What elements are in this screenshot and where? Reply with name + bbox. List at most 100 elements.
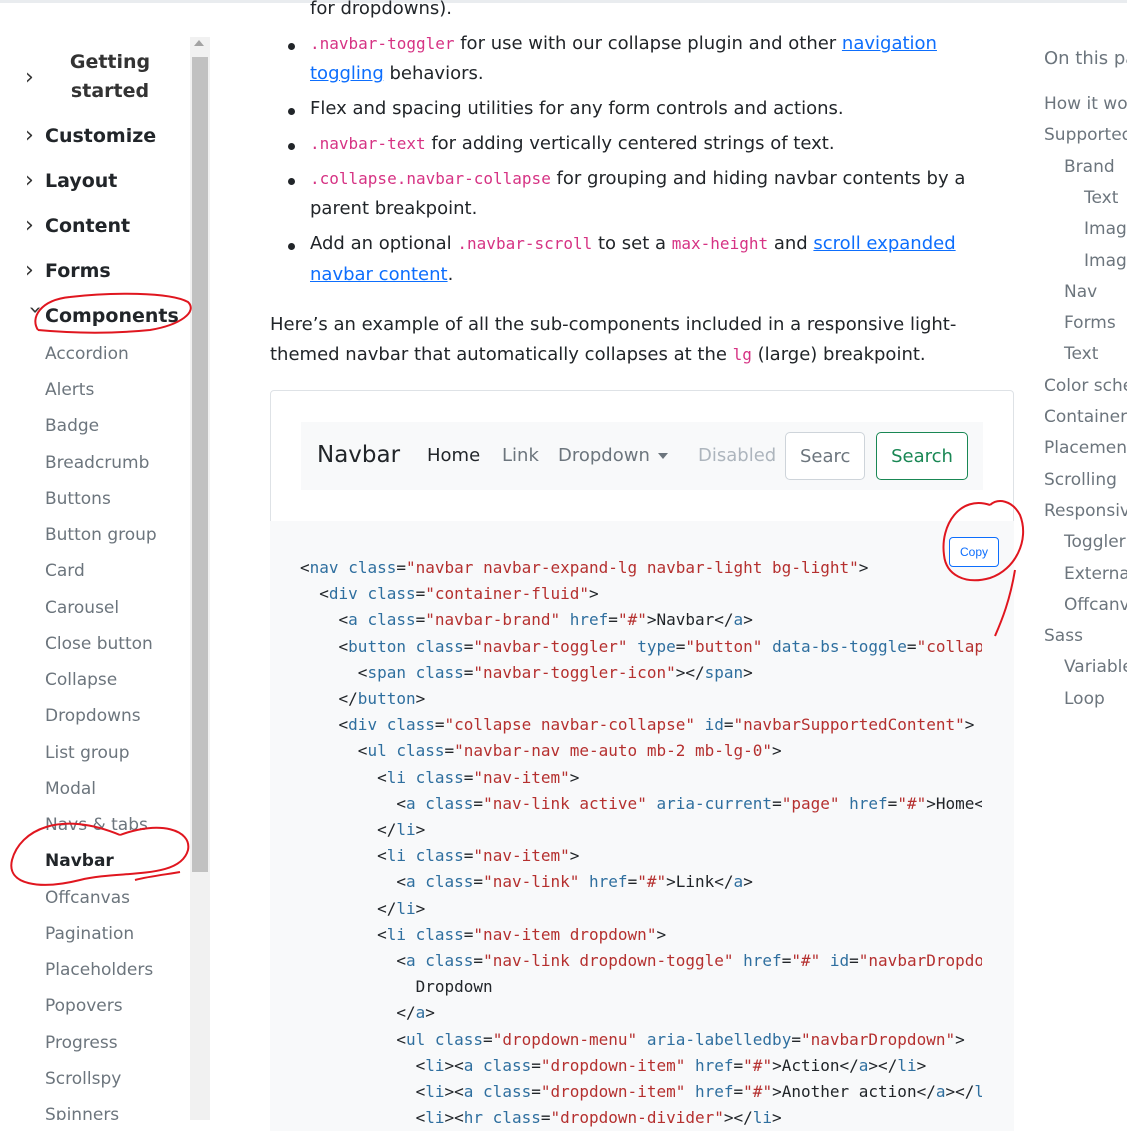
toc-item[interactable]: Brand — [1064, 157, 1115, 177]
sidebar-item-modal[interactable]: Modal — [45, 779, 96, 799]
toc-item[interactable]: Toggler — [1064, 532, 1126, 552]
link-navigation-toggling[interactable]: toggling — [310, 63, 384, 84]
sidebar-group-layout[interactable]: › Layout — [25, 168, 117, 193]
link-scroll-expanded[interactable]: scroll expanded — [813, 233, 955, 254]
sidebar-group-customize[interactable]: › Customize — [25, 123, 156, 148]
toc-item[interactable]: External content — [1064, 564, 1127, 584]
toc-item[interactable]: Sass — [1044, 626, 1083, 646]
chevron-right-icon: › — [25, 168, 34, 193]
code-line: <a class="navbar-brand" href="#">Navbar<… — [300, 610, 753, 630]
list-item-collapse: .collapse.navbar-collapse for grouping a… — [310, 168, 966, 189]
code-line: <ul class="dropdown-menu" aria-labelledb… — [300, 1029, 965, 1049]
nav-link-link[interactable]: Link — [502, 445, 539, 466]
sidebar-item-carousel[interactable]: Carousel — [45, 598, 119, 618]
code-line: <li class="nav-item"> — [300, 846, 580, 866]
sidebar-group-components[interactable]: › Components — [23, 303, 179, 328]
toc-item[interactable]: Image — [1084, 219, 1127, 239]
sidebar-group-label: Layout — [45, 169, 118, 192]
list-item-navbar-text: .navbar-text for adding vertically cente… — [310, 133, 835, 154]
sidebar-group-content[interactable]: › Content — [25, 213, 130, 238]
table-of-contents: On this page How it works Supported conte… — [1044, 0, 1127, 1120]
sidebar-item-close-button[interactable]: Close button — [45, 634, 153, 654]
sidebar-item-collapse[interactable]: Collapse — [45, 670, 117, 690]
code-line: <a class="nav-link dropdown-toggle" href… — [300, 951, 982, 970]
code-line: </li> — [300, 898, 426, 918]
code-line: <a class="nav-link" href="#">Link</a> — [300, 872, 753, 892]
code-lines: <nav class="navbar navbar-expand-lg navb… — [270, 521, 982, 1131]
sidebar-item-spinners[interactable]: Spinners — [45, 1105, 119, 1120]
example-navbar: Navbar Home Link Dropdown Disabled Searc… — [301, 422, 983, 490]
toc-item[interactable]: Nav — [1064, 282, 1097, 302]
sidebar-group-label: Content — [45, 214, 131, 237]
text-line: for dropdowns). — [310, 0, 453, 19]
code-line: <button class="navbar-toggler" type="but… — [300, 636, 982, 656]
code-line: <li class="nav-item dropdown"> — [300, 924, 667, 944]
sidebar-item-accordion[interactable]: Accordion — [45, 344, 129, 364]
navbar-example-preview: Navbar Home Link Dropdown Disabled Searc… — [270, 390, 1014, 522]
copy-button[interactable]: Copy — [949, 537, 999, 567]
sidebar-item-button-group[interactable]: Button group — [45, 525, 157, 545]
sidebar-item-list-group[interactable]: List group — [45, 743, 130, 763]
sidebar-item-offcanvas[interactable]: Offcanvas — [45, 888, 130, 908]
toc-item[interactable]: Color schemes — [1044, 376, 1127, 396]
search-button[interactable]: Search — [876, 432, 968, 480]
toc-title: On this page — [1044, 48, 1127, 69]
code-line: <div class="container-fluid"> — [300, 584, 599, 604]
code-line: <li><a class="dropdown-item" href="#">Ac… — [300, 1055, 927, 1075]
sidebar-item-navbar[interactable]: Navbar — [45, 851, 114, 871]
code-line: </button> — [300, 689, 426, 708]
toc-item[interactable]: Text — [1064, 344, 1098, 364]
toc-item[interactable]: Responsive behaviors — [1044, 501, 1127, 521]
toc-item[interactable]: Placement — [1044, 438, 1127, 458]
chevron-right-icon: › — [25, 213, 34, 238]
link-navigation-toggling[interactable]: navigation — [842, 33, 937, 54]
scroll-up-arrow-icon[interactable] — [194, 40, 204, 46]
toc-item[interactable]: How it works — [1044, 94, 1127, 114]
nav-link-home[interactable]: Home — [427, 445, 480, 466]
toc-item[interactable]: Containers — [1044, 407, 1127, 427]
sidebar-item-buttons[interactable]: Buttons — [45, 489, 111, 509]
bullet — [288, 143, 295, 150]
toc-item[interactable]: Loop — [1064, 689, 1105, 709]
bullet — [288, 178, 295, 185]
nav-link-dropdown[interactable]: Dropdown — [558, 445, 668, 466]
sidebar-item-popovers[interactable]: Popovers — [45, 996, 123, 1016]
sidebar-group-label: Getting started — [69, 51, 151, 102]
sidebar-item-scrollspy[interactable]: Scrollspy — [45, 1069, 121, 1089]
toc-item[interactable]: Variables — [1064, 657, 1127, 677]
navbar-brand[interactable]: Navbar — [317, 442, 400, 468]
sidebar-group-getting-started[interactable]: › Getting started — [25, 48, 185, 106]
sidebar-item-badge[interactable]: Badge — [45, 416, 99, 436]
sidebar-item-card[interactable]: Card — [45, 561, 85, 581]
bullet — [288, 108, 295, 115]
toc-item[interactable]: Supported content — [1044, 125, 1127, 145]
list-item-scroll-cont: navbar content. — [310, 264, 454, 285]
list-item-collapse-cont: parent breakpoint. — [310, 198, 478, 219]
code-line: <a class="nav-link active" aria-current=… — [300, 793, 982, 813]
sidebar-item-breadcrumb[interactable]: Breadcrumb — [45, 453, 149, 473]
chevron-right-icon: › — [25, 258, 34, 283]
link-scroll-expanded[interactable]: navbar content — [310, 264, 448, 285]
sidebar-scrollbar-thumb[interactable] — [192, 57, 208, 872]
sidebar-item-progress[interactable]: Progress — [45, 1033, 118, 1053]
sidebar-item-pagination[interactable]: Pagination — [45, 924, 134, 944]
sidebar-item-placeholders[interactable]: Placeholders — [45, 960, 153, 980]
sidebar-group-forms[interactable]: › Forms — [25, 258, 111, 283]
code-line: <li><a class="dropdown-item" href="#">An… — [300, 1082, 982, 1101]
toc-item[interactable]: Image and text — [1084, 251, 1127, 271]
sidebar-item-navs-tabs[interactable]: Navs & tabs — [45, 815, 148, 835]
toc-item[interactable]: Offcanvas — [1064, 595, 1127, 615]
toc-item[interactable]: Text — [1084, 188, 1118, 208]
search-input[interactable] — [785, 432, 865, 480]
nav-link-disabled: Disabled — [698, 445, 777, 466]
chevron-right-icon: › — [25, 123, 34, 148]
code-line: <li class="nav-item"> — [300, 767, 580, 787]
code-line: <li><hr class="dropdown-divider"></li> — [300, 1108, 782, 1128]
toc-item[interactable]: Forms — [1064, 313, 1116, 333]
toc-item[interactable]: Scrolling — [1044, 470, 1117, 490]
sidebar-group-label: Components — [45, 304, 179, 327]
sidebar-item-dropdowns[interactable]: Dropdowns — [45, 706, 141, 726]
sidebar-item-alerts[interactable]: Alerts — [45, 380, 94, 400]
code-line: <div class="collapse navbar-collapse" id… — [300, 715, 975, 735]
list-item-toggler-cont: toggling behaviors. — [310, 63, 484, 84]
